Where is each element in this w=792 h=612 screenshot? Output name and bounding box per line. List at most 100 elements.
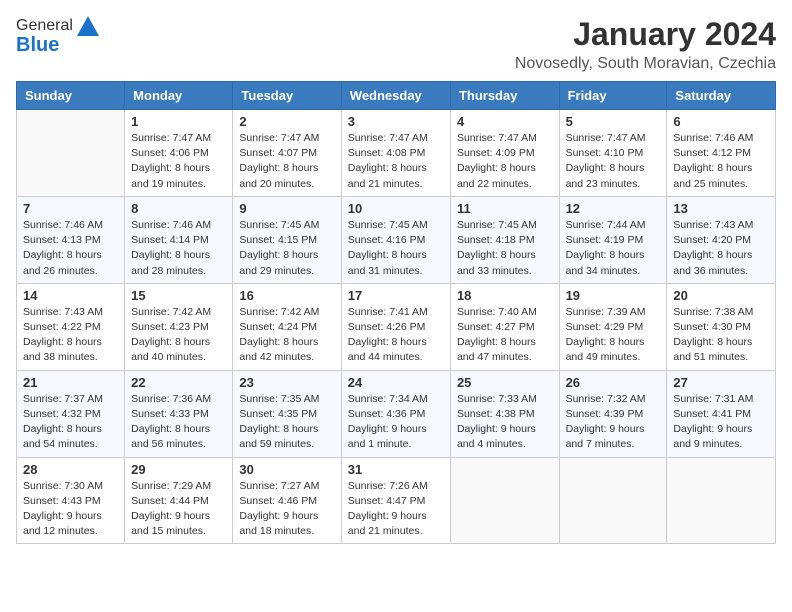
day-info: Sunrise: 7:47 AMSunset: 4:08 PMDaylight:…: [348, 131, 444, 192]
calendar-cell: 14 Sunrise: 7:43 AMSunset: 4:22 PMDayligh…: [17, 283, 125, 370]
day-number: 23: [239, 375, 334, 390]
calendar-cell: 26 Sunrise: 7:32 AMSunset: 4:39 PMDayligh…: [559, 370, 667, 457]
day-number: 3: [348, 114, 444, 129]
calendar-day-header: Saturday: [667, 82, 776, 110]
day-number: 30: [239, 462, 334, 477]
page-header: General Blue January 2024 Novosedly, Sou…: [16, 16, 776, 73]
day-info: Sunrise: 7:47 AMSunset: 4:09 PMDaylight:…: [457, 131, 553, 192]
calendar-cell: 2 Sunrise: 7:47 AMSunset: 4:07 PMDaylight…: [233, 110, 341, 197]
day-number: 7: [23, 201, 118, 216]
day-info: Sunrise: 7:41 AMSunset: 4:26 PMDaylight:…: [348, 305, 444, 366]
month-year-title: January 2024: [515, 16, 776, 53]
calendar-cell: [450, 457, 559, 544]
calendar-cell: 8 Sunrise: 7:46 AMSunset: 4:14 PMDaylight…: [125, 196, 233, 283]
calendar-cell: [17, 110, 125, 197]
day-number: 18: [457, 288, 553, 303]
day-info: Sunrise: 7:47 AMSunset: 4:06 PMDaylight:…: [131, 131, 226, 192]
day-number: 24: [348, 375, 444, 390]
day-info: Sunrise: 7:38 AMSunset: 4:30 PMDaylight:…: [673, 305, 769, 366]
calendar-cell: 23 Sunrise: 7:35 AMSunset: 4:35 PMDayligh…: [233, 370, 341, 457]
calendar-cell: 21Sunrise: 7:37 AMSunset: 4:32 PMDayligh…: [17, 370, 125, 457]
day-number: 16: [239, 288, 334, 303]
title-area: January 2024 Novosedly, South Moravian, …: [515, 16, 776, 73]
day-number: 31: [348, 462, 444, 477]
day-info: Sunrise: 7:43 AMSunset: 4:22 PMDaylight:…: [23, 305, 118, 366]
day-info: Sunrise: 7:46 AMSunset: 4:14 PMDaylight:…: [131, 218, 226, 279]
calendar-cell: 6Sunrise: 7:46 AMSunset: 4:12 PMDaylight…: [667, 110, 776, 197]
day-info: Sunrise: 7:46 AMSunset: 4:13 PMDaylight:…: [23, 218, 118, 279]
day-number: 26: [566, 375, 661, 390]
calendar-week-row: 21Sunrise: 7:37 AMSunset: 4:32 PMDayligh…: [17, 370, 776, 457]
day-number: 20: [673, 288, 769, 303]
calendar-cell: 31 Sunrise: 7:26 AMSunset: 4:47 PMDayligh…: [341, 457, 450, 544]
day-number: 25: [457, 375, 553, 390]
calendar-day-header: Tuesday: [233, 82, 341, 110]
calendar-day-header: Monday: [125, 82, 233, 110]
logo: General Blue: [16, 16, 99, 57]
calendar-cell: 10Sunrise: 7:45 AMSunset: 4:16 PMDayligh…: [341, 196, 450, 283]
day-number: 28: [23, 462, 118, 477]
day-number: 22: [131, 375, 226, 390]
logo-general-text: General: [16, 17, 73, 35]
calendar-cell: [667, 457, 776, 544]
calendar-cell: 16 Sunrise: 7:42 AMSunset: 4:24 PMDayligh…: [233, 283, 341, 370]
logo-triangle-icon: [77, 16, 99, 36]
day-info: Sunrise: 7:47 AMSunset: 4:07 PMDaylight:…: [239, 131, 334, 192]
day-info: Sunrise: 7:44 AMSunset: 4:19 PMDaylight:…: [566, 218, 661, 279]
calendar-cell: 20 Sunrise: 7:38 AMSunset: 4:30 PMDayligh…: [667, 283, 776, 370]
calendar-header-row: SundayMondayTuesdayWednesdayThursdayFrid…: [17, 82, 776, 110]
day-number: 13: [673, 201, 769, 216]
calendar-cell: 5Sunrise: 7:47 AMSunset: 4:10 PMDaylight…: [559, 110, 667, 197]
day-number: 11: [457, 201, 553, 216]
day-number: 19: [566, 288, 661, 303]
day-number: 4: [457, 114, 553, 129]
calendar-day-header: Friday: [559, 82, 667, 110]
day-info: Sunrise: 7:26 AMSunset: 4:47 PMDaylight:…: [348, 479, 444, 540]
calendar-cell: 1Sunrise: 7:47 AMSunset: 4:06 PMDaylight…: [125, 110, 233, 197]
day-info: Sunrise: 7:45 AMSunset: 4:18 PMDaylight:…: [457, 218, 553, 279]
day-info: Sunrise: 7:31 AMSunset: 4:41 PMDaylight:…: [673, 392, 769, 453]
location-subtitle: Novosedly, South Moravian, Czechia: [515, 55, 776, 73]
calendar-week-row: 7 Sunrise: 7:46 AMSunset: 4:13 PMDaylight…: [17, 196, 776, 283]
day-info: Sunrise: 7:46 AMSunset: 4:12 PMDaylight:…: [673, 131, 769, 192]
day-number: 29: [131, 462, 226, 477]
calendar-cell: 4 Sunrise: 7:47 AMSunset: 4:09 PMDaylight…: [450, 110, 559, 197]
calendar-cell: 25 Sunrise: 7:33 AMSunset: 4:38 PMDayligh…: [450, 370, 559, 457]
calendar-cell: 15 Sunrise: 7:42 AMSunset: 4:23 PMDayligh…: [125, 283, 233, 370]
day-number: 14: [23, 288, 118, 303]
day-number: 8: [131, 201, 226, 216]
day-number: 2: [239, 114, 334, 129]
calendar-cell: 13 Sunrise: 7:43 AMSunset: 4:20 PMDayligh…: [667, 196, 776, 283]
calendar-cell: 22 Sunrise: 7:36 AMSunset: 4:33 PMDayligh…: [125, 370, 233, 457]
day-info: Sunrise: 7:42 AMSunset: 4:23 PMDaylight:…: [131, 305, 226, 366]
day-info: Sunrise: 7:39 AMSunset: 4:29 PMDaylight:…: [566, 305, 661, 366]
calendar-week-row: 1Sunrise: 7:47 AMSunset: 4:06 PMDaylight…: [17, 110, 776, 197]
calendar-cell: 30Sunrise: 7:27 AMSunset: 4:46 PMDayligh…: [233, 457, 341, 544]
calendar-week-row: 28Sunrise: 7:30 AMSunset: 4:43 PMDayligh…: [17, 457, 776, 544]
calendar-cell: 28Sunrise: 7:30 AMSunset: 4:43 PMDayligh…: [17, 457, 125, 544]
day-info: Sunrise: 7:43 AMSunset: 4:20 PMDaylight:…: [673, 218, 769, 279]
day-info: Sunrise: 7:45 AMSunset: 4:15 PMDaylight:…: [239, 218, 334, 279]
day-number: 9: [239, 201, 334, 216]
day-number: 10: [348, 201, 444, 216]
day-info: Sunrise: 7:36 AMSunset: 4:33 PMDaylight:…: [131, 392, 226, 453]
day-info: Sunrise: 7:33 AMSunset: 4:38 PMDaylight:…: [457, 392, 553, 453]
day-info: Sunrise: 7:42 AMSunset: 4:24 PMDaylight:…: [239, 305, 334, 366]
day-info: Sunrise: 7:35 AMSunset: 4:35 PMDaylight:…: [239, 392, 334, 453]
day-info: Sunrise: 7:29 AMSunset: 4:44 PMDaylight:…: [131, 479, 226, 540]
calendar-day-header: Wednesday: [341, 82, 450, 110]
calendar-cell: 12Sunrise: 7:44 AMSunset: 4:19 PMDayligh…: [559, 196, 667, 283]
day-info: Sunrise: 7:47 AMSunset: 4:10 PMDaylight:…: [566, 131, 661, 192]
calendar-week-row: 14 Sunrise: 7:43 AMSunset: 4:22 PMDayligh…: [17, 283, 776, 370]
calendar-cell: 29 Sunrise: 7:29 AMSunset: 4:44 PMDayligh…: [125, 457, 233, 544]
calendar-cell: 27Sunrise: 7:31 AMSunset: 4:41 PMDayligh…: [667, 370, 776, 457]
calendar-cell: 3 Sunrise: 7:47 AMSunset: 4:08 PMDaylight…: [341, 110, 450, 197]
calendar-day-header: Thursday: [450, 82, 559, 110]
day-info: Sunrise: 7:37 AMSunset: 4:32 PMDaylight:…: [23, 392, 118, 453]
calendar-cell: 18 Sunrise: 7:40 AMSunset: 4:27 PMDayligh…: [450, 283, 559, 370]
calendar-cell: 11 Sunrise: 7:45 AMSunset: 4:18 PMDayligh…: [450, 196, 559, 283]
day-info: Sunrise: 7:40 AMSunset: 4:27 PMDaylight:…: [457, 305, 553, 366]
day-number: 15: [131, 288, 226, 303]
day-number: 17: [348, 288, 444, 303]
day-info: Sunrise: 7:32 AMSunset: 4:39 PMDaylight:…: [566, 392, 661, 453]
